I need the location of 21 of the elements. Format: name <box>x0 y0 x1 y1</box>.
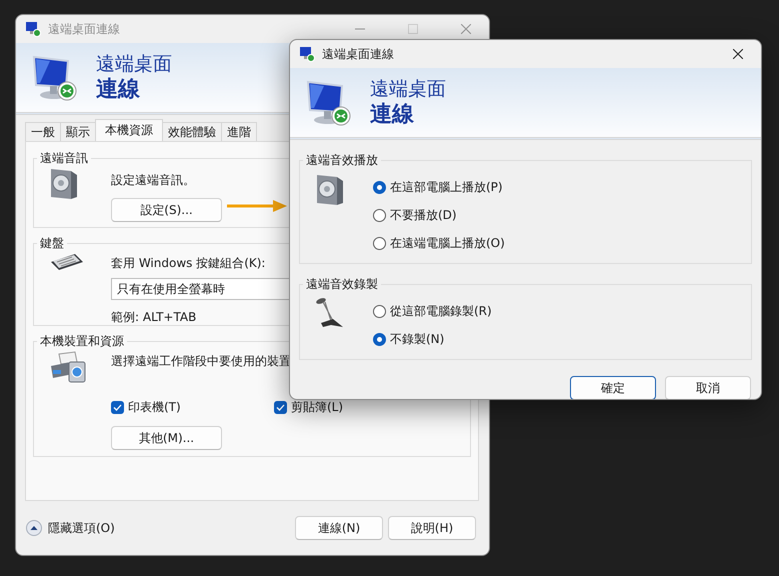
group-title: 鍵盤 <box>39 235 65 252</box>
banner-subtitle: 連線 <box>96 76 141 104</box>
description: 設定遠端音訊。 <box>111 172 195 189</box>
checkbox-label: 印表機(T) <box>128 399 181 416</box>
window-title: 遠端桌面連線 <box>48 20 121 38</box>
radio-label: 從這部電腦錄製(R) <box>390 302 492 320</box>
group-title: 本機裝置和資源 <box>39 333 125 350</box>
banner-subtitle: 連線 <box>370 100 415 128</box>
radio-label: 不要播放(D) <box>390 206 457 224</box>
group-title: 遠端音效錄製 <box>305 276 379 293</box>
banner-title: 遠端桌面 <box>370 76 446 100</box>
group-title: 遠端音效播放 <box>305 152 379 169</box>
checkbox-label: 剪貼簿(L) <box>291 399 344 416</box>
radio-label: 在這部電腦上播放(P) <box>390 178 503 196</box>
example-text: 範例: ALT+TAB <box>111 309 196 326</box>
radio-label: 不錄製(N) <box>390 330 444 348</box>
radio-label: 在遠端電腦上播放(O) <box>390 234 505 252</box>
window-title: 遠端桌面連線 <box>322 46 395 62</box>
field-label: 套用 Windows 按鍵組合(K): <box>111 255 266 272</box>
banner-title: 遠端桌面 <box>96 52 172 76</box>
group-title: 遠端音訊 <box>39 150 89 167</box>
